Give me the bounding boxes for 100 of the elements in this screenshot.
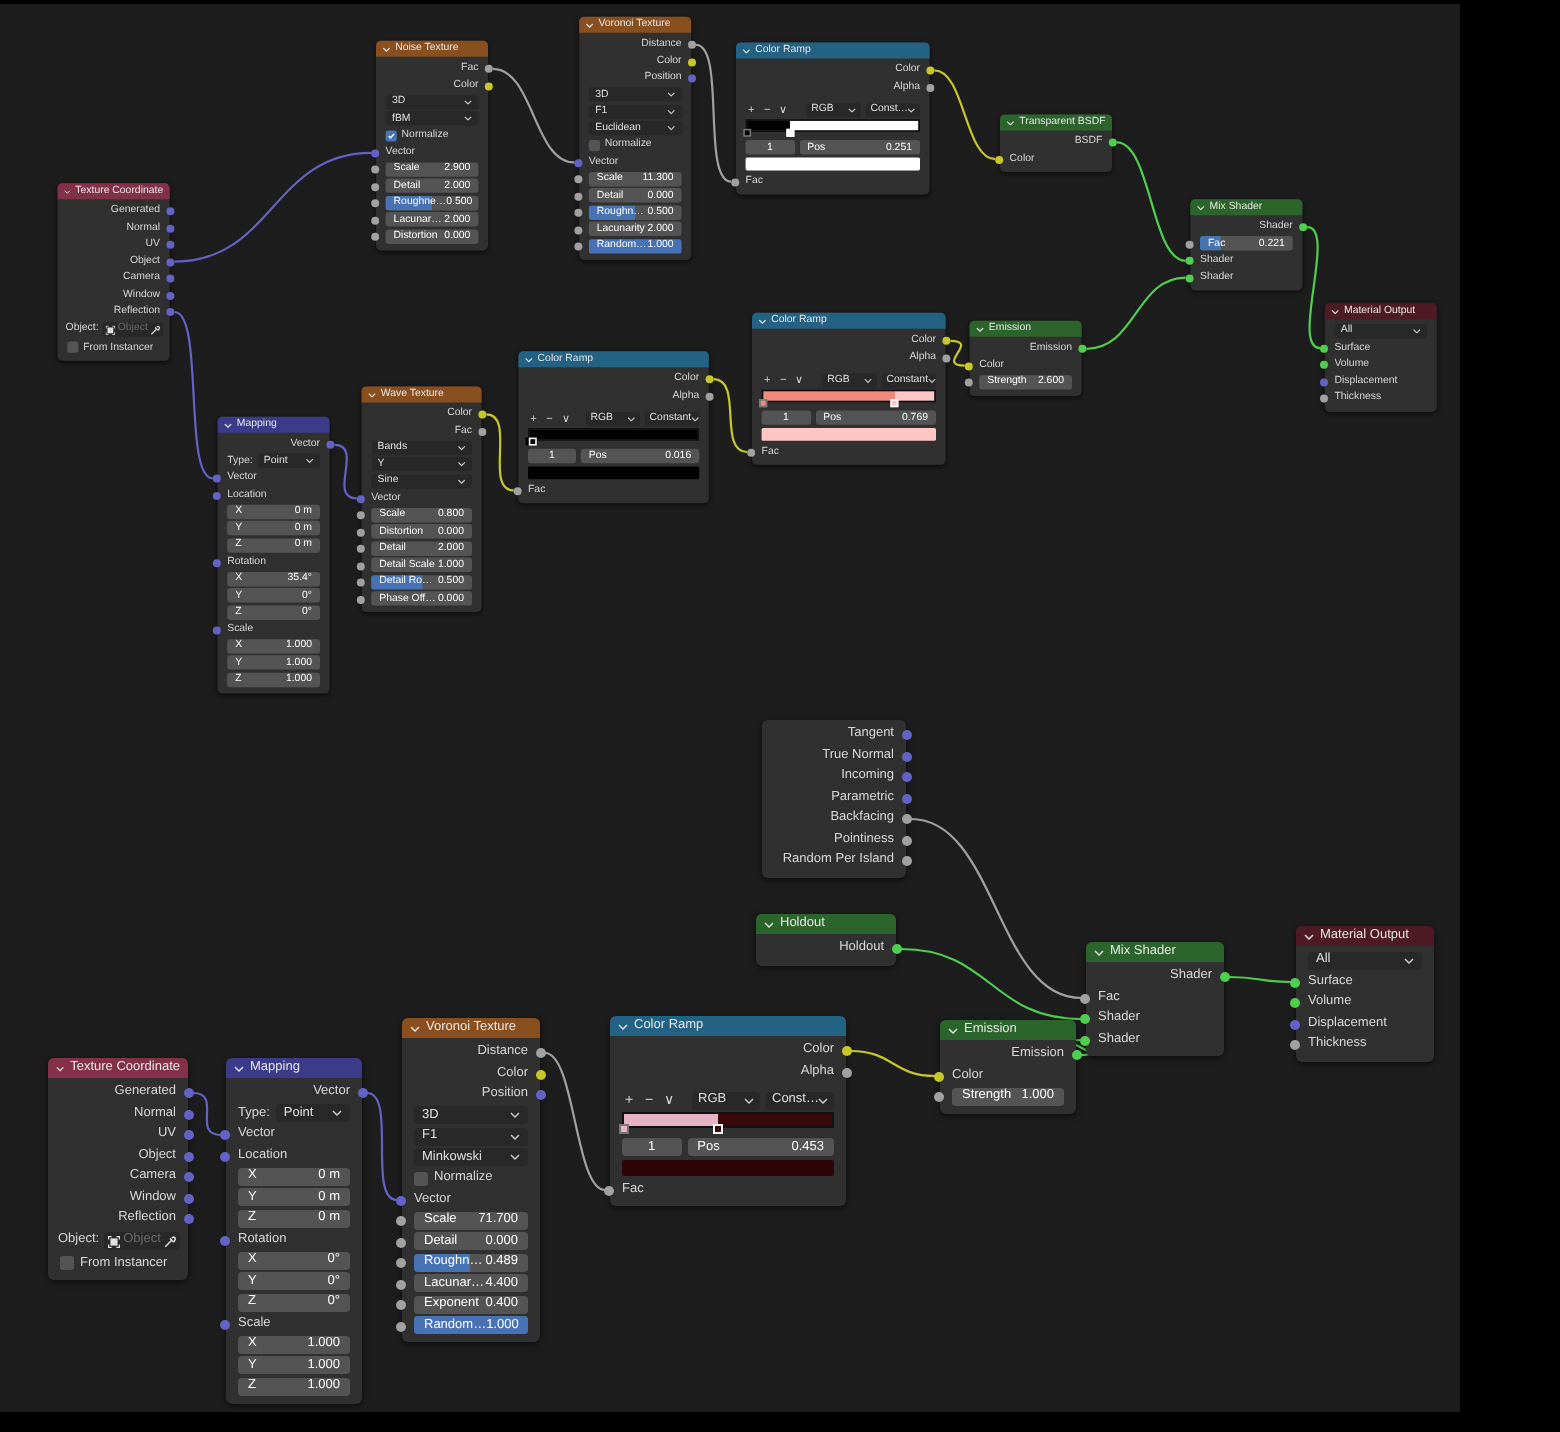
checkbox[interactable]	[60, 1256, 74, 1271]
collapse-icon	[56, 1065, 65, 1071]
checkbox[interactable]	[588, 139, 600, 151]
socket-icon[interactable]	[356, 578, 365, 587]
checkbox[interactable]	[67, 342, 79, 354]
socket-icon[interactable]	[356, 528, 365, 536]
socket-icon[interactable]	[842, 1046, 852, 1056]
node-wire	[1086, 276, 1186, 350]
socket-icon[interactable]	[536, 1048, 546, 1058]
socket-icon[interactable]	[396, 1237, 406, 1247]
socket-icon[interactable]	[356, 561, 365, 570]
socket-icon[interactable]	[371, 216, 380, 224]
socket-icon[interactable]	[747, 448, 756, 456]
socket-icon[interactable]	[574, 175, 583, 184]
socket-icon[interactable]	[1108, 138, 1117, 147]
socket-icon[interactable]	[688, 57, 696, 66]
socket-icon[interactable]	[942, 353, 951, 362]
color-swatch[interactable]	[745, 158, 920, 171]
socket-icon[interactable]	[688, 40, 696, 49]
socket-icon[interactable]	[574, 225, 583, 234]
node-wire	[1229, 975, 1291, 984]
socket-icon[interactable]	[513, 486, 522, 495]
socket-icon[interactable]	[371, 232, 380, 241]
node-wire	[334, 443, 357, 500]
eyedropper-icon	[151, 324, 161, 335]
socket-icon[interactable]	[604, 1185, 614, 1195]
chevron-down-icon	[667, 92, 676, 98]
collapse-icon	[64, 188, 71, 194]
socket-icon[interactable]	[574, 208, 583, 217]
socket-icon[interactable]	[1078, 344, 1087, 353]
socket-icon[interactable]	[574, 242, 583, 251]
socket-icon[interactable]	[1320, 394, 1328, 403]
socket-icon[interactable]	[926, 83, 935, 92]
color-swatch[interactable]	[528, 466, 700, 480]
socket-icon[interactable]	[1185, 273, 1194, 282]
checkbox[interactable]	[385, 130, 397, 142]
socket-icon[interactable]	[574, 192, 583, 200]
collapse-icon	[234, 1065, 244, 1071]
socket-icon[interactable]	[934, 1071, 944, 1081]
socket-icon[interactable]	[356, 595, 365, 604]
socket-icon[interactable]	[396, 1258, 406, 1268]
socket-icon[interactable]	[705, 375, 714, 384]
socket-icon[interactable]	[1185, 240, 1194, 248]
socket-icon[interactable]	[842, 1067, 852, 1077]
socket-icon[interactable]	[1080, 993, 1090, 1003]
socket-icon[interactable]	[478, 427, 487, 436]
ramp-stop[interactable]	[619, 1123, 629, 1133]
socket-icon[interactable]	[892, 944, 902, 954]
socket-icon[interactable]	[396, 1216, 406, 1226]
socket-icon[interactable]	[1220, 972, 1230, 982]
socket-icon[interactable]	[902, 835, 912, 845]
chevron-down-icon	[305, 458, 314, 464]
collapse-icon	[1006, 120, 1015, 125]
collapse-icon	[618, 1023, 628, 1029]
chevron-down-icon	[818, 1097, 829, 1104]
node-wire	[934, 69, 996, 161]
socket-icon[interactable]	[705, 392, 714, 400]
checkbox[interactable]	[414, 1171, 428, 1186]
socket-icon[interactable]	[1290, 1040, 1300, 1050]
socket-icon[interactable]	[371, 165, 380, 174]
socket-icon[interactable]	[902, 814, 912, 824]
collapse-icon	[1331, 308, 1340, 314]
socket-icon[interactable]	[1290, 998, 1300, 1008]
socket-icon[interactable]	[964, 361, 973, 370]
socket-icon[interactable]	[964, 378, 973, 387]
socket-icon[interactable]	[396, 1300, 406, 1310]
node-wire	[192, 1091, 222, 1137]
collapse-icon	[1304, 933, 1314, 939]
socket-icon[interactable]	[478, 410, 487, 419]
socket-icon[interactable]	[1290, 977, 1300, 987]
collapse-icon	[764, 921, 774, 927]
object-icon	[107, 1235, 120, 1247]
socket-icon[interactable]	[902, 856, 912, 866]
ramp-stop[interactable]	[759, 398, 768, 407]
node-wire	[695, 43, 732, 183]
socket-icon[interactable]	[1320, 344, 1328, 352]
socket-icon[interactable]	[934, 1092, 944, 1102]
socket-icon[interactable]	[371, 199, 380, 208]
socket-icon[interactable]	[396, 1279, 406, 1289]
node-wire	[950, 339, 965, 367]
socket-icon[interactable]	[926, 66, 935, 75]
socket-icon[interactable]	[484, 64, 493, 73]
socket-icon[interactable]	[995, 155, 1004, 164]
socket-icon[interactable]	[1072, 1050, 1082, 1060]
socket-icon[interactable]	[1080, 1035, 1090, 1045]
socket-icon[interactable]	[396, 1321, 406, 1331]
socket-icon[interactable]	[484, 81, 493, 90]
color-swatch[interactable]	[622, 1160, 834, 1177]
socket-icon[interactable]	[1185, 256, 1194, 265]
socket-icon[interactable]	[1320, 360, 1328, 369]
color-swatch[interactable]	[761, 428, 936, 442]
node-wire	[850, 1049, 936, 1078]
socket-icon[interactable]	[371, 182, 380, 191]
socket-icon[interactable]	[942, 336, 951, 345]
socket-icon[interactable]	[1080, 1014, 1090, 1024]
socket-icon[interactable]	[356, 511, 365, 520]
socket-icon[interactable]	[1299, 223, 1308, 232]
socket-icon[interactable]	[356, 544, 365, 553]
socket-icon[interactable]	[731, 177, 740, 186]
socket-icon[interactable]	[536, 1069, 546, 1079]
